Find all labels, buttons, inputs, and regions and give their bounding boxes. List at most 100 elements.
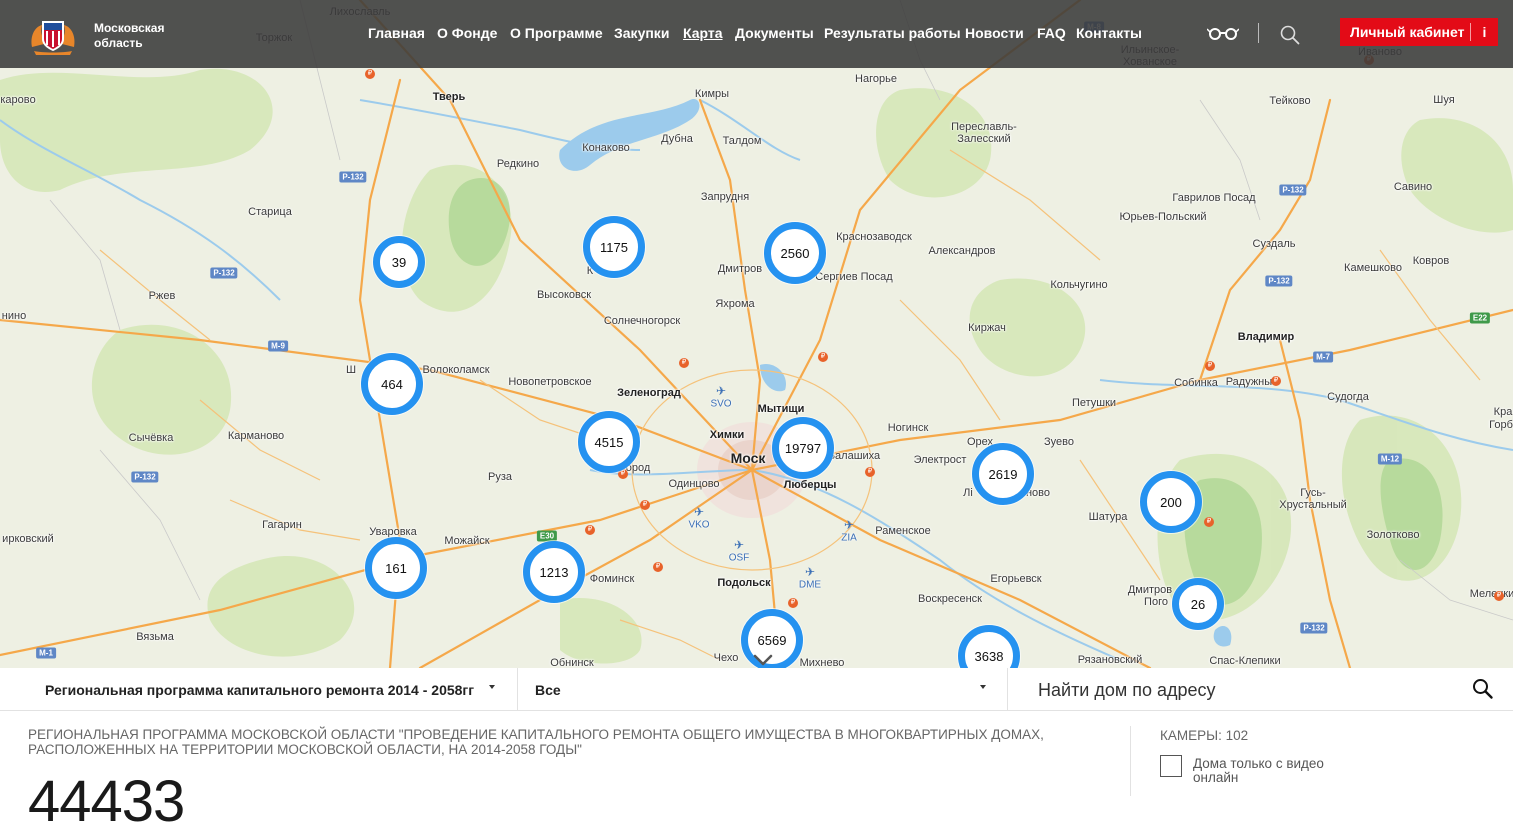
house-cluster-marker[interactable]: 161: [365, 537, 427, 599]
house-cluster-marker[interactable]: 1175: [583, 216, 645, 278]
house-cluster-marker[interactable]: 19797: [772, 417, 834, 479]
fuel-station-icon: ₽: [1205, 361, 1215, 371]
map-place-label: Судогда: [1327, 391, 1369, 403]
map-place-label: Вязьма: [136, 631, 174, 643]
house-cluster-marker[interactable]: 39: [373, 236, 425, 288]
house-cluster-marker[interactable]: 1213: [523, 541, 585, 603]
fuel-station-icon: ₽: [653, 562, 663, 572]
map-place-label: Меленки: [1469, 588, 1513, 600]
map-place-label: Обнинск: [550, 657, 594, 668]
map-place-label: Гусь-: [1300, 487, 1326, 499]
map[interactable]: ТверьЛихославльТоржокКимрыНагорьеКонаков…: [0, 0, 1513, 668]
map-place-label: Конаково: [582, 142, 630, 154]
fuel-station-icon: ₽: [1204, 517, 1214, 527]
fuel-station-icon: ₽: [1494, 591, 1504, 601]
fuel-station-icon: ₽: [818, 352, 828, 362]
fuel-station-icon: ₽: [1271, 376, 1281, 386]
info-icon[interactable]: i: [1471, 24, 1498, 40]
map-place-label: Карманово: [227, 430, 285, 442]
collapse-map-button[interactable]: [750, 651, 776, 668]
nav-faq[interactable]: FAQ: [1037, 25, 1066, 41]
type-select[interactable]: Все: [535, 668, 986, 711]
nav-results[interactable]: Результаты работы: [824, 25, 961, 41]
nav-main[interactable]: Главная: [368, 25, 425, 41]
house-cluster-marker[interactable]: 4515: [578, 411, 640, 473]
map-place-label: Сычёвка: [128, 432, 174, 444]
map-place-label: Петушки: [1071, 397, 1117, 409]
nav-contacts[interactable]: Контакты: [1076, 25, 1142, 41]
map-place-label: Кольчугино: [1050, 279, 1108, 291]
road-number-badge: Р-132: [1300, 622, 1328, 634]
airport-code-label: DME: [798, 579, 822, 591]
house-cluster-marker[interactable]: 2560: [764, 222, 826, 284]
road-number-badge: М-9: [268, 340, 288, 352]
fuel-station-icon: ₽: [788, 598, 798, 608]
map-place-label: Егорьевск: [990, 573, 1042, 585]
map-place-label: Тейково: [1269, 95, 1311, 107]
cluster-count: 6569: [757, 632, 787, 648]
airport-code-label: SVO: [710, 398, 732, 410]
map-place-label: Одинцово: [668, 478, 720, 490]
map-place-label: Гаврилов Посад: [1172, 192, 1256, 204]
map-place-label: Рязановский: [1077, 654, 1143, 666]
cluster-count: 1213: [539, 564, 569, 580]
airport-icon: ✈: [715, 384, 727, 398]
fuel-station-icon: ₽: [865, 467, 875, 477]
header-divider: [1258, 23, 1259, 43]
nav-about-program[interactable]: О Программе: [510, 25, 603, 41]
map-place-label: Талдом: [722, 135, 762, 147]
map-place-label: Химки: [709, 429, 745, 441]
fuel-station-icon: ₽: [679, 358, 689, 368]
cluster-count: 161: [385, 560, 407, 576]
road-number-badge: Р-132: [339, 171, 367, 183]
map-place-label: Юрьев-Польский: [1119, 211, 1207, 223]
map-place-label: Тверь: [432, 91, 466, 103]
map-place-label: Воскресенск: [917, 593, 983, 605]
map-place-label: Балашиха: [827, 450, 881, 462]
map-place-label: Можайск: [444, 535, 490, 547]
filter-divider: [1007, 668, 1008, 711]
nav-about-fund[interactable]: О Фонде: [437, 25, 497, 41]
house-cluster-marker[interactable]: 200: [1140, 471, 1202, 533]
filter-divider: [517, 668, 518, 711]
map-place-label: Моск: [730, 450, 766, 466]
map-place-label: Собинка: [1174, 377, 1218, 389]
map-place-label: Горб: [1489, 419, 1513, 431]
nav-purchases[interactable]: Закупки: [614, 25, 669, 41]
moscow-region-logo[interactable]: [28, 13, 78, 55]
map-place-label: Александров: [928, 245, 996, 257]
house-cluster-marker[interactable]: 26: [1172, 578, 1224, 630]
program-select-value: Региональная программа капитального ремо…: [45, 681, 475, 698]
cluster-count: 2619: [988, 466, 1018, 482]
map-place-label: Зеленоград: [617, 387, 681, 399]
map-place-label: Лі: [963, 487, 973, 499]
road-number-badge: М-7: [1313, 351, 1333, 363]
search-icon[interactable]: [1280, 25, 1300, 45]
program-select[interactable]: Региональная программа капитального ремо…: [45, 668, 495, 711]
house-cluster-marker[interactable]: 2619: [972, 443, 1034, 505]
accessibility-glasses-icon[interactable]: [1207, 26, 1239, 40]
map-place-label: Старица: [248, 206, 292, 218]
nav-news[interactable]: Новости: [965, 25, 1024, 41]
video-only-label[interactable]: Дома только с видео онлайн: [1193, 757, 1353, 785]
chevron-down-icon: [753, 654, 773, 666]
house-cluster-marker[interactable]: 464: [361, 353, 423, 415]
caret-down-icon: [980, 685, 986, 689]
road-number-badge: Р-132: [210, 267, 238, 279]
address-search-button[interactable]: [1472, 678, 1494, 700]
personal-account-button[interactable]: Личный кабинет i: [1340, 18, 1498, 46]
fuel-station-icon: ₽: [585, 525, 595, 535]
address-search-input[interactable]: [1038, 675, 1458, 705]
type-select-value: Все: [535, 681, 561, 698]
map-place-label: Кра: [1493, 406, 1513, 418]
map-place-label: Редкино: [496, 158, 540, 170]
map-place-label: Краснозаводск: [836, 231, 912, 243]
cluster-count: 2560: [780, 245, 810, 261]
airport-icon: ✈: [804, 565, 816, 579]
video-only-checkbox[interactable]: [1160, 755, 1182, 777]
nav-map[interactable]: Карта: [683, 25, 723, 41]
nav-documents[interactable]: Документы: [735, 25, 814, 41]
map-place-label: Камешково: [1344, 262, 1402, 274]
road-number-badge: Р-132: [1279, 184, 1307, 196]
map-place-label: Савино: [1393, 181, 1433, 193]
